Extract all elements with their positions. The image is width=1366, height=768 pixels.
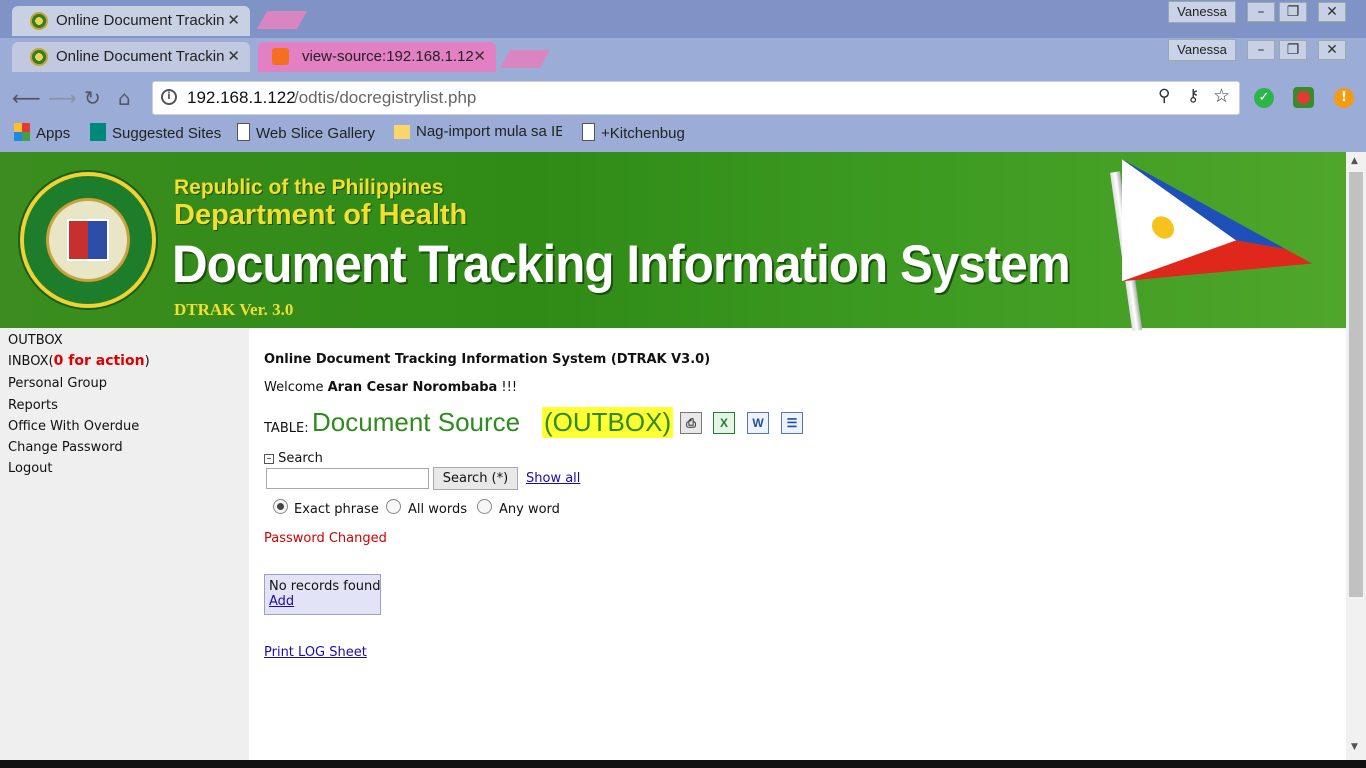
- sidebar-item-reports[interactable]: Reports: [8, 398, 58, 413]
- close-window-icon[interactable]: ✕: [1318, 40, 1346, 60]
- reload-icon[interactable]: ↻: [84, 86, 101, 110]
- zoom-icon[interactable]: ⚲: [1158, 86, 1170, 106]
- doh-seal-logo: [20, 172, 156, 308]
- status-message: Password Changed: [264, 531, 387, 546]
- records-panel: No records found Add: [264, 574, 381, 615]
- sidebar-item-personal-group[interactable]: Personal Group: [8, 376, 107, 391]
- sidebar-item-change-password[interactable]: Change Password: [8, 440, 123, 455]
- no-records-text: No records found: [269, 579, 381, 594]
- background-tab[interactable]: Online Document Trackin ✕: [12, 6, 250, 36]
- profile-button[interactable]: Vanessa: [1168, 39, 1236, 61]
- restore-icon[interactable]: ❐: [1279, 40, 1307, 60]
- bing-icon: [90, 123, 106, 141]
- close-window-icon[interactable]: ✕: [1318, 2, 1346, 22]
- forward-icon[interactable]: ⟶: [48, 86, 77, 110]
- banner-title: Document Tracking Information System: [172, 235, 1071, 294]
- key-icon[interactable]: ⚷: [1187, 86, 1199, 106]
- banner-version: DTRAK Ver. 3.0: [174, 300, 294, 319]
- bookmark-suggested-sites[interactable]: Suggested Sites: [90, 123, 221, 142]
- all-words-radio[interactable]: [386, 499, 401, 514]
- export-word-icon[interactable]: W: [747, 412, 769, 434]
- scroll-down-icon[interactable]: ▼: [1351, 742, 1358, 752]
- page-icon: [237, 123, 250, 141]
- add-link[interactable]: Add: [269, 594, 294, 609]
- search-input[interactable]: [266, 468, 429, 489]
- banner-department: Department of Health: [174, 199, 468, 231]
- url-host: 192.168.1.122: [187, 88, 296, 107]
- exact-phrase-radio[interactable]: [273, 499, 288, 514]
- close-tab-icon[interactable]: ✕: [227, 47, 240, 65]
- sidebar-item-office-overdue[interactable]: Office With Overdue: [8, 419, 139, 434]
- back-icon[interactable]: ⟵: [12, 86, 41, 110]
- export-html-icon[interactable]: ☰: [781, 412, 803, 434]
- bookmark-ie-import[interactable]: Nag-import mula sa IE: [394, 123, 562, 140]
- table-name: Document Source: [312, 407, 521, 437]
- extension-check-icon[interactable]: ✓: [1254, 88, 1274, 108]
- apps-grid-icon: [14, 123, 30, 141]
- address-bar[interactable]: i 192.168.1.122 /odtis/docregistrylist.p…: [152, 81, 1240, 115]
- restore-icon[interactable]: ❐: [1279, 2, 1307, 22]
- profile-button[interactable]: Vanessa: [1168, 1, 1236, 23]
- bookmark-web-slice-gallery[interactable]: Web Slice Gallery: [237, 123, 375, 142]
- minimize-icon[interactable]: –: [1247, 40, 1275, 60]
- bookmark-star-icon[interactable]: ☆: [1213, 85, 1230, 107]
- sidebar-item-outbox[interactable]: OUTBOX: [8, 333, 63, 348]
- tab-view-source[interactable]: view-source:192.168.1.12 ✕: [258, 42, 496, 72]
- printer-icon[interactable]: ⎙: [680, 412, 702, 434]
- user-name: Aran Cesar Norombaba: [327, 380, 498, 395]
- sidebar-item-inbox[interactable]: INBOX(0 for action): [8, 353, 150, 369]
- page-title: Online Document Tracking Information Sys…: [264, 352, 711, 367]
- folder-icon: [394, 125, 410, 139]
- extension-tomato-icon[interactable]: [1293, 87, 1314, 108]
- url-path: /odtis/docregistrylist.php: [294, 88, 477, 107]
- background-window-titlebar: Online Document Trackin ✕ Vanessa – ❐ ✕: [0, 0, 1366, 38]
- scroll-up-icon[interactable]: ▲: [1351, 156, 1358, 166]
- show-all-link[interactable]: Show all: [526, 471, 580, 486]
- export-excel-icon[interactable]: X: [713, 412, 735, 434]
- print-log-sheet-link[interactable]: Print LOG Sheet: [264, 645, 367, 660]
- sidebar: OUTBOX INBOX(0 for action) Personal Grou…: [0, 328, 249, 760]
- minimize-icon[interactable]: –: [1247, 2, 1275, 22]
- background-tab-title: Online Document Trackin: [56, 12, 225, 29]
- all-words-label: All words: [408, 502, 467, 517]
- sidebar-item-logout[interactable]: Logout: [8, 461, 53, 476]
- inbox-action-count: 0 for action: [53, 353, 145, 369]
- bookmark-kitchenbug[interactable]: +Kitchenbug: [582, 123, 685, 142]
- scrollbar-thumb[interactable]: [1349, 172, 1363, 597]
- search-button[interactable]: Search (*): [433, 467, 518, 490]
- doh-favicon-icon: [30, 48, 48, 66]
- tab-odtis[interactable]: Online Document Trackin ✕: [12, 42, 250, 72]
- table-prefix: TABLE:: [264, 421, 309, 436]
- bookmark-apps[interactable]: Apps: [14, 123, 70, 142]
- close-tab-icon[interactable]: ✕: [473, 47, 486, 65]
- welcome-line: Welcome Aran Cesar Norombaba !!!: [264, 380, 518, 395]
- tab-title: Online Document Trackin: [56, 48, 225, 65]
- view-source-favicon-icon: [272, 48, 289, 65]
- chrome-menu-alert-icon[interactable]: !: [1334, 88, 1354, 108]
- banner-republic: Republic of the Philippines: [174, 176, 444, 199]
- doh-favicon-icon: [30, 12, 48, 30]
- tab-title: view-source:192.168.1.12: [302, 48, 474, 65]
- taskbar: [0, 760, 1366, 768]
- new-tab-button[interactable]: [256, 11, 308, 29]
- any-word-label: Any word: [499, 502, 560, 517]
- table-outbox-highlight: (OUTBOX): [542, 407, 674, 438]
- close-tab-icon[interactable]: ✕: [227, 11, 240, 29]
- exact-phrase-label: Exact phrase: [294, 502, 379, 517]
- collapse-icon[interactable]: –: [264, 454, 274, 464]
- info-icon[interactable]: i: [161, 89, 177, 105]
- home-icon[interactable]: ⌂: [118, 86, 131, 110]
- search-toggle[interactable]: – Search: [264, 451, 323, 466]
- any-word-radio[interactable]: [477, 499, 492, 514]
- page-icon: [582, 123, 595, 141]
